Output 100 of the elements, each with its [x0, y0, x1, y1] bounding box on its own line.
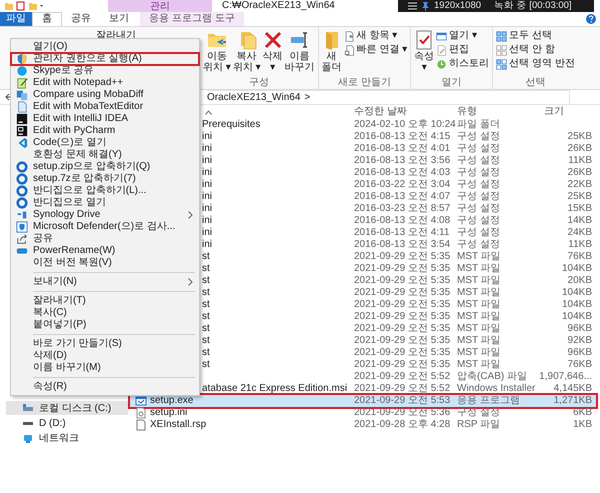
table-cell: Windows Installer [457, 383, 536, 395]
file-name: ini [202, 191, 212, 203]
table-cell: 24KB [568, 227, 592, 238]
menu-item[interactable]: PowerRename(W) [11, 245, 199, 257]
ribbon-button[interactable]: 삭제 ▾ [262, 29, 284, 77]
ribbon-tab[interactable]: 응용 프로그램 도구 [140, 12, 244, 26]
column-header[interactable]: 크기 [536, 106, 592, 118]
table-cell: 26KB [568, 143, 592, 154]
ribbon-button[interactable]: 복사 위치 ▾ [232, 29, 262, 77]
file-name: st [202, 359, 210, 371]
table-cell: 6KB [573, 407, 592, 418]
menu-item[interactable]: Edit with PyCharm [11, 125, 199, 137]
path-segment[interactable]: OracleXE213_Win64 [207, 90, 300, 104]
ribbon-button[interactable]: 속성 ▾ [413, 29, 436, 77]
menu-item[interactable]: Compare using MobaDiff [11, 89, 199, 101]
menu-item[interactable]: 열기(O) [11, 41, 199, 53]
table-cell-text: 2016-08-13 오전 3:54 [354, 239, 452, 251]
menu-item[interactable]: 바로 가기 만들기(S) [11, 338, 199, 350]
file-name: st [202, 335, 210, 347]
table-cell-text: 파일 폴더 [457, 119, 501, 131]
table-cell: 96KB [568, 347, 592, 358]
file-row[interactable]: setup.exe 2021-09-29 오전 5:53 응용 프로그램 1,271KB [130, 395, 596, 407]
menu-item[interactable]: 반디집으로 압축하기(L)... [11, 185, 199, 197]
menu-item[interactable]: 호환성 문제 해결(Y) [11, 149, 199, 161]
table-cell: 4,145KB [554, 383, 592, 394]
menu-item[interactable]: Skype로 공유 [11, 65, 199, 77]
ribbon-tab[interactable]: 보기 [100, 12, 138, 26]
table-cell-text: 2021-09-29 오전 5:35 [354, 287, 452, 299]
menu-item[interactable]: 속성(R) [11, 381, 199, 393]
table-cell: 20KB [568, 275, 592, 286]
nav-item[interactable]: 네트워크 [6, 431, 128, 445]
file-name: st [202, 311, 210, 323]
ribbon-button[interactable]: 선택 안 함 [495, 44, 576, 56]
ribbon-button[interactable]: 새 폴더 [320, 29, 343, 77]
ribbon-button[interactable]: 편집 [435, 44, 490, 56]
ribbon-button[interactable]: 히스토리 [435, 58, 490, 70]
file-row[interactable]: setup.ini 2021-09-29 오전 5:36 구성 설정 6KB [130, 407, 596, 419]
ribbon-button[interactable]: 새 항목 ▾ [342, 30, 408, 42]
menu-item[interactable]: Code(으)로 열기 [11, 137, 199, 149]
file-name: atabase 21c Express Edition.msi [202, 383, 348, 395]
menu-item[interactable]: setup.zip으로 압축하기(Q) [11, 161, 199, 173]
file-name: XEInstall.rsp [150, 419, 206, 431]
table-cell-text: 2021-09-29 오전 5:35 [354, 311, 452, 323]
recording-resolution: 1920x1080 [434, 0, 482, 12]
menu-item[interactable]: 관리자 권한으로 실행(A) [11, 53, 199, 65]
menu-item[interactable]: setup.7z로 압축하기(7) [11, 173, 199, 185]
menu-item[interactable]: 반디집으로 열기 [11, 197, 199, 209]
table-cell-text: 2021-09-29 오전 5:35 [354, 347, 452, 359]
file-name: ini [202, 227, 212, 239]
file-name: setup.exe [150, 395, 194, 407]
table-cell-text: MST 파일 [457, 323, 502, 335]
file-name: setup.ini [150, 407, 188, 419]
menu-item[interactable]: 이전 버전 복원(V) [11, 257, 199, 269]
file-row[interactable]: XEInstall.rsp 2021-09-28 오후 4:28 RSP 파일 1KB [130, 419, 596, 431]
ribbon-button[interactable]: 선택 영역 반전 [495, 58, 576, 70]
menu-item[interactable]: 복사(C) [11, 307, 199, 319]
ribbon-button[interactable]: 모두 선택 [495, 30, 576, 42]
table-cell-text: 압축(CAB) 파일 [457, 371, 528, 383]
menu-item[interactable]: Edit with Notepad++ [11, 77, 199, 89]
nav-item[interactable]: D (D:) [6, 416, 128, 430]
table-cell-text: MST 파일 [457, 347, 502, 359]
table-cell: 15KB [568, 203, 592, 214]
menu-item[interactable]: Edit with MobaTextEditor [11, 101, 199, 113]
menu-item[interactable]: Edit with IntelliJ IDEA [11, 113, 199, 125]
menu-item[interactable]: Microsoft Defender(으)로 검사... [11, 221, 199, 233]
menu-item[interactable]: 이름 바꾸기(M) [11, 362, 199, 374]
file-name: st [202, 251, 210, 263]
address-bar[interactable]: OracleXE213_Win64 > [207, 90, 570, 104]
menu-item[interactable]: 잘라내기(T) [11, 295, 199, 307]
file-name: ini [202, 215, 212, 227]
table-cell-text: 구성 설정 [457, 203, 501, 215]
menu-item[interactable]: Synology Drive [11, 209, 199, 221]
ribbon-tab[interactable]: 공유 [62, 12, 100, 26]
ribbon-button[interactable]: 빠른 연결 ▾ [342, 44, 408, 56]
file-name: ini [202, 167, 212, 179]
file-name: st [202, 263, 210, 275]
menu-item[interactable]: 삭제(D) [11, 350, 199, 362]
nav-item[interactable]: 로컬 디스크 (C:) [6, 401, 128, 415]
window-title: C:₩OracleXE213_Win64 [222, 0, 335, 12]
ribbon-tab[interactable]: 홈 [32, 12, 62, 26]
file-name: st [202, 347, 210, 359]
table-cell: 11KB [568, 155, 592, 166]
ribbon-button[interactable]: 이름 바꾸기 [284, 29, 316, 77]
table-cell: 25KB [568, 191, 592, 202]
ribbon-tab[interactable]: 파일 [0, 12, 32, 26]
ribbon-button[interactable]: 이동 위치 ▾ [202, 29, 232, 77]
menu-item[interactable]: 붙여넣기(P) [11, 319, 199, 331]
menu-item[interactable]: 보내기(N) [11, 276, 199, 288]
table-cell-text: 2021-09-29 오전 5:35 [354, 263, 452, 275]
column-header[interactable]: 유형 [457, 106, 536, 118]
table-cell: 104KB [562, 263, 592, 274]
column-header[interactable]: 수정한 날짜 [354, 106, 457, 118]
table-cell-text: 2021-09-29 오전 5:53 [354, 395, 452, 407]
table-cell: 26KB [568, 167, 592, 178]
file-name: st [202, 275, 210, 287]
table-cell-text: 2021-09-29 오전 5:35 [354, 299, 452, 311]
ribbon-button[interactable]: 열기 ▾ [435, 30, 490, 42]
table-cell-text: 2021-09-29 오전 5:36 [354, 407, 452, 419]
menu-item[interactable]: 공유 [11, 233, 199, 245]
breadcrumb-separator[interactable]: > [304, 90, 310, 104]
